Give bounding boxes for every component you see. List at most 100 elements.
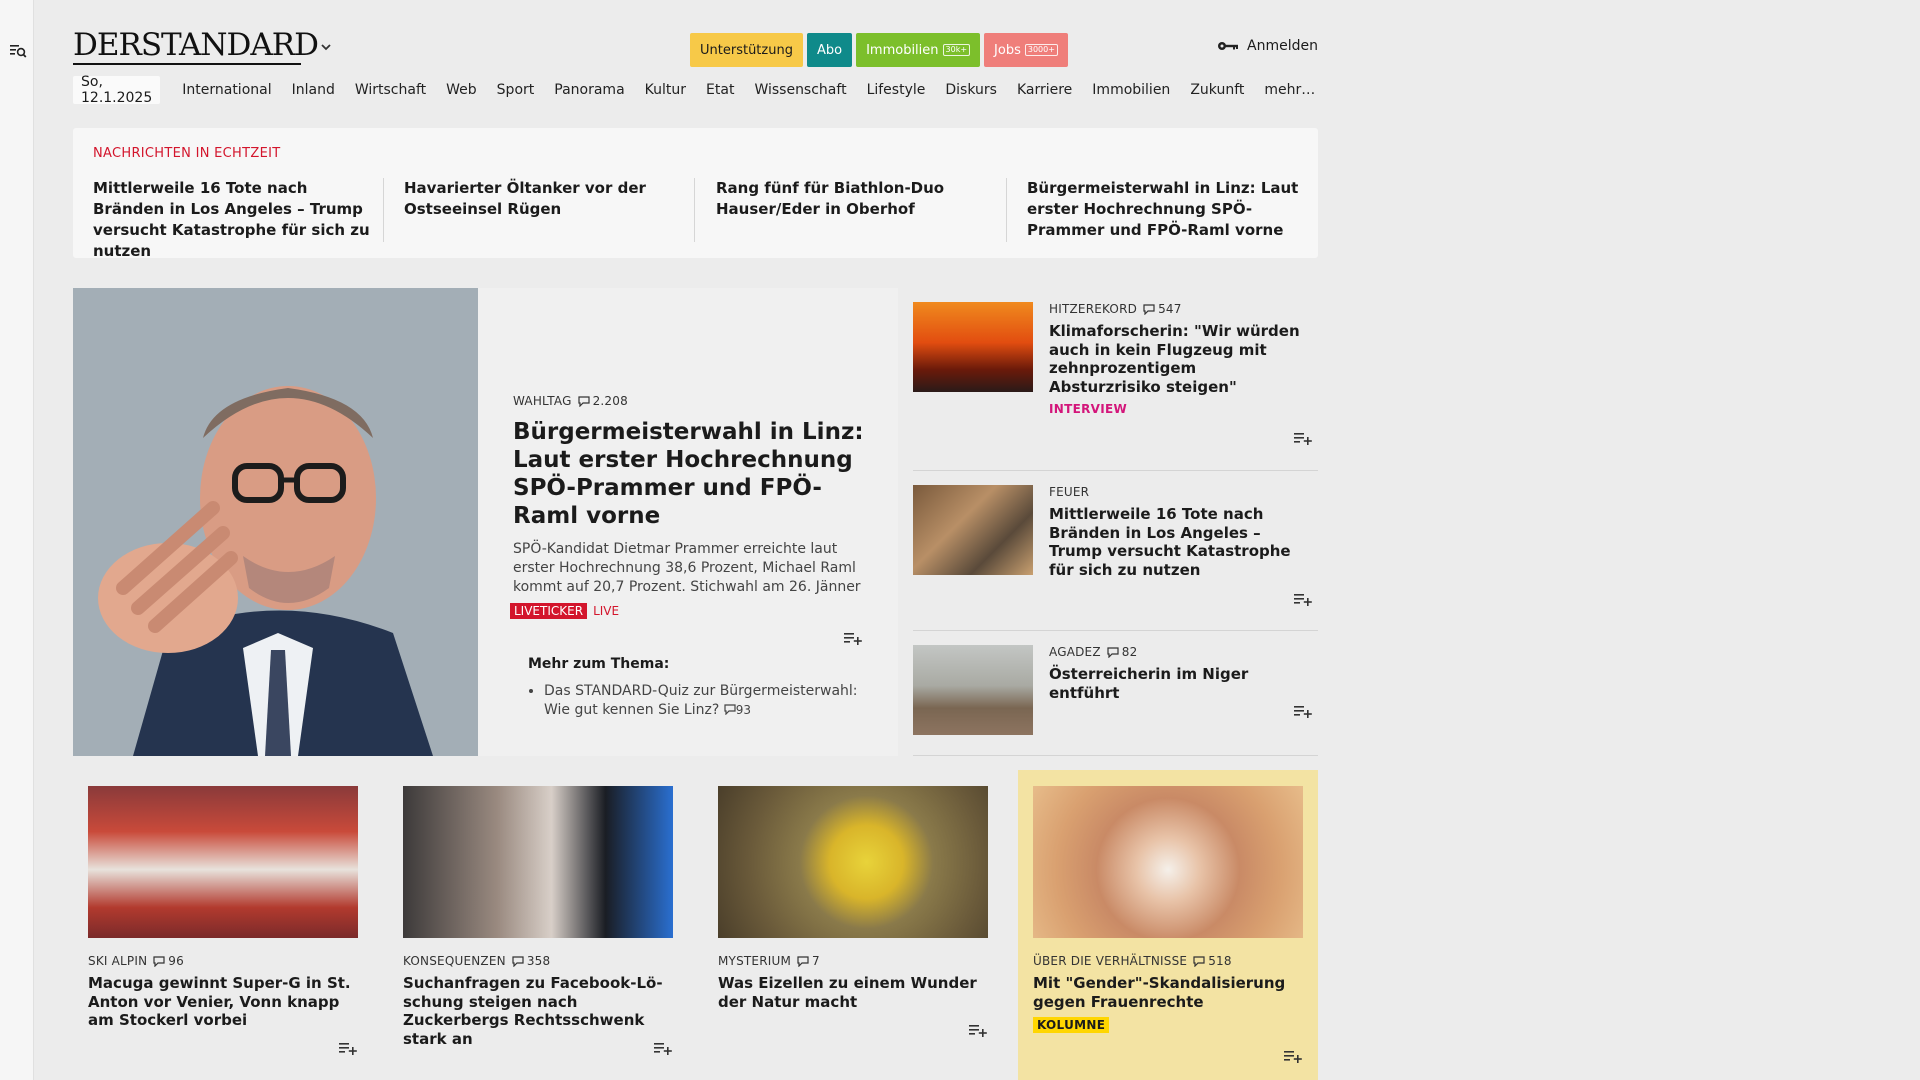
teaser-comments[interactable]: 358 (512, 954, 551, 968)
side-article-image[interactable] (913, 302, 1033, 392)
nav-item-karriere[interactable]: Karriere (1017, 82, 1072, 98)
side-article-image[interactable] (913, 645, 1033, 735)
teaser-headline[interactable]: Was Eizellen zu einem Wunder der Natur m… (718, 974, 988, 1011)
side-article-text: HITZEREKORD 547 Klimaforscherin: "Wir wü… (1049, 302, 1309, 416)
teaser-headline[interactable]: Mit "Gender"-Skandalisierung gegen Fraue… (1033, 974, 1303, 1011)
add-to-list-icon[interactable] (1293, 430, 1313, 446)
comment-icon (797, 955, 809, 967)
side-comments[interactable]: 547 (1143, 302, 1182, 316)
add-to-list-icon[interactable] (1293, 703, 1313, 719)
nav-item-inland[interactable]: Inland (292, 82, 335, 98)
nav-item-wirtschaft[interactable]: Wirtschaft (355, 82, 426, 98)
side-article: FEUER Mittlerweile 16 Tote nach Bränden … (913, 471, 1318, 631)
chevron-down-icon[interactable] (319, 40, 333, 54)
ticker-label: NACHRICHTEN IN ECHTZEIT (93, 146, 281, 161)
teaser-headline[interactable]: Macuga gewinnt Super-G in St. Anton vor … (88, 974, 358, 1030)
add-to-list-icon[interactable] (1293, 591, 1313, 607)
teaser-headline[interactable]: Suchanfragen zu Facebook-Lö­schung steig… (403, 974, 673, 1048)
pill-jobs-label: Jobs (994, 42, 1021, 58)
nav-item-etat[interactable]: Etat (706, 82, 734, 98)
nav-item-diskurs[interactable]: Diskurs (945, 82, 997, 98)
add-to-list-icon[interactable] (968, 1022, 988, 1038)
column-card: ÜBER DIE VERHÄLTNISSE 518 Mit "Gender"-S… (1018, 770, 1318, 1080)
comment-icon (512, 955, 524, 967)
liveticker-badge: LIVETICKER (510, 603, 588, 619)
hero-comments[interactable]: 2.208 (577, 394, 628, 408)
nav-item-wissenschaft[interactable]: Wissenschaft (754, 82, 846, 98)
news-ticker: NACHRICHTEN IN ECHTZEIT Mittlerweile 16 … (73, 128, 1318, 260)
nav-item-panorama[interactable]: Panorama (554, 82, 624, 98)
pill-immobilien-label: Immobilien (866, 42, 939, 58)
side-kicker-label: AGADEZ (1049, 645, 1101, 659)
teaser-kicker: KONSEQUENZEN 358 (403, 954, 673, 968)
comment-icon (1107, 646, 1119, 658)
teaser-kicker-label: SKI ALPIN (88, 954, 148, 968)
nav-item-more[interactable]: mehr… (1264, 82, 1315, 98)
ticker-divider (383, 178, 384, 242)
nav-item-lifestyle[interactable]: Lifestyle (867, 82, 926, 98)
more-on-topic-item[interactable]: Das STANDARD-Quiz zur Bürgermeisterwahl:… (544, 682, 868, 720)
teaser-image[interactable] (1033, 786, 1303, 938)
teaser-image[interactable] (718, 786, 988, 938)
hero-text: WAHLTAG 2.208 Bürgermeisterwahl in Linz:… (510, 394, 873, 619)
teaser-comments[interactable]: 7 (797, 954, 820, 968)
teaser-card: KONSEQUENZEN 358 Suchanfragen zu Faceboo… (388, 770, 688, 1080)
side-kicker-label: FEUER (1049, 485, 1090, 499)
add-to-list-icon[interactable] (1283, 1048, 1303, 1064)
teaser-text: MYSTERIUM 7 Was Eizellen zu einem Wunder… (718, 954, 988, 1011)
add-to-list-icon[interactable] (843, 630, 863, 646)
nav-item-immobilien[interactable]: Immobilien (1092, 82, 1170, 98)
side-article-image[interactable] (913, 485, 1033, 575)
nav-item-international[interactable]: International (182, 82, 271, 98)
side-comments[interactable]: 82 (1107, 645, 1138, 659)
live-label: LIVE (593, 604, 620, 618)
menu-search-icon[interactable] (9, 42, 27, 60)
more-on-topic-link[interactable]: Das STANDARD-Quiz zur Bürgermeisterwahl:… (544, 683, 858, 718)
pill-immobilien[interactable]: Immobilien 30k+ (856, 33, 981, 67)
side-comments-count: 547 (1158, 302, 1182, 316)
teaser-kicker-label: ÜBER DIE VERHÄLTNISSE (1033, 954, 1188, 968)
key-icon (1218, 42, 1238, 50)
add-to-list-icon[interactable] (338, 1040, 358, 1056)
side-headline[interactable]: Österreicherin im Niger entführt (1049, 665, 1309, 702)
teaser-text: ÜBER DIE VERHÄLTNISSE 518 Mit "Gender"-S… (1033, 954, 1303, 1033)
comment-icon (1193, 955, 1205, 967)
hero-comments-count: 2.208 (592, 394, 628, 408)
teaser-image[interactable] (88, 786, 358, 938)
teaser-card: SKI ALPIN 96 Macuga gewinnt Super-G in S… (73, 770, 373, 1080)
side-headline[interactable]: Klimaforscherin: "Wir würden auch in kei… (1049, 322, 1309, 396)
teaser-comments[interactable]: 518 (1193, 954, 1232, 968)
ticker-item[interactable]: Rang fünf für Biathlon-Duo Hauser/Eder i… (716, 178, 1006, 220)
pill-jobs[interactable]: Jobs 3000+ (984, 33, 1068, 67)
side-headline[interactable]: Mittlerweile 16 Tote nach Bränden in Los… (1049, 505, 1309, 579)
comment-icon (1143, 303, 1155, 315)
more-on-topic: Mehr zum Thema: Das STANDARD-Quiz zur Bü… (528, 656, 868, 720)
add-to-list-icon[interactable] (653, 1040, 673, 1056)
teaser-kicker-label: KONSEQUENZEN (403, 954, 506, 968)
nav-item-web[interactable]: Web (446, 82, 477, 98)
ticker-item[interactable]: Havarierter Öltanker vor der Ostsee­inse… (404, 178, 694, 220)
nav-item-kultur[interactable]: Kultur (645, 82, 686, 98)
ticker-item[interactable]: Mittlerweile 16 Tote nach Bränden in Los… (93, 178, 383, 262)
pill-support-label: Unterstützung (700, 42, 793, 58)
hero-badges: LIVETICKER LIVE (510, 603, 873, 619)
hero-lead: SPÖ-Kandidat Dietmar Prammer erreichte l… (513, 541, 861, 595)
login-button[interactable]: Anmelden (1217, 38, 1318, 54)
pill-abo[interactable]: Abo (806, 33, 853, 67)
hero-kicker: WAHLTAG 2.208 (513, 394, 873, 408)
pill-support[interactable]: Unterstützung (690, 33, 803, 67)
nav-item-sport[interactable]: Sport (497, 82, 535, 98)
side-kicker: HITZEREKORD 547 (1049, 302, 1309, 316)
nav-item-zukunft[interactable]: Zukunft (1190, 82, 1244, 98)
teaser-image[interactable] (403, 786, 673, 938)
side-kicker: FEUER (1049, 485, 1309, 499)
logo-underline (73, 63, 301, 65)
side-article-text: FEUER Mittlerweile 16 Tote nach Bränden … (1049, 485, 1309, 579)
ticker-item[interactable]: Bürgermeisterwahl in Linz: Laut erster H… (1027, 178, 1317, 241)
site-logo[interactable]: DERSTANDARD (73, 30, 319, 61)
hero-image[interactable] (73, 288, 478, 756)
side-article: HITZEREKORD 547 Klimaforscherin: "Wir wü… (913, 288, 1318, 471)
teaser-comments[interactable]: 96 (153, 954, 184, 968)
hero-headline[interactable]: Bürgermeisterwahl in Linz: Laut erster H… (513, 418, 873, 530)
hero-article: WAHLTAG 2.208 Bürgermeisterwahl in Linz:… (73, 288, 898, 756)
